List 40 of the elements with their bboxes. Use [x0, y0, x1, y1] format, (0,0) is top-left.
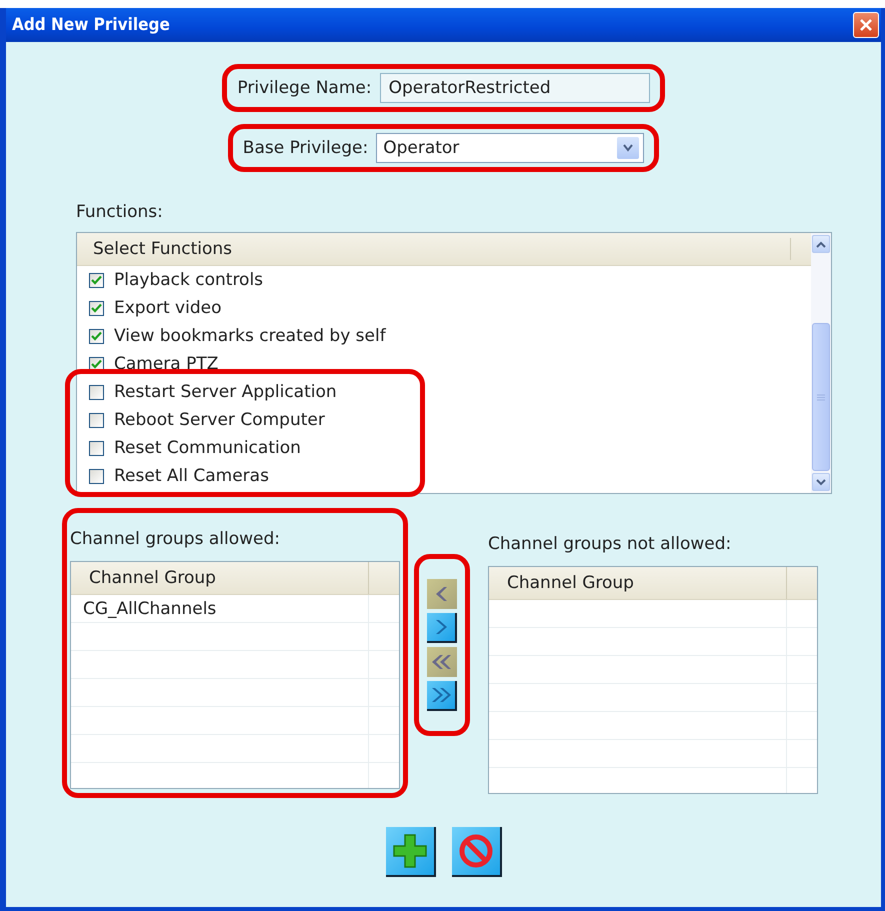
field-label: Base Privilege: — [242, 138, 368, 158]
table-cell[interactable]: CG_AllChannels — [71, 595, 369, 622]
checkbox-label: Export video — [114, 298, 222, 318]
transfer-button[interactable] — [427, 613, 457, 643]
input-field[interactable]: OperatorRestricted — [380, 73, 650, 103]
section-label: Channel groups allowed: — [70, 529, 280, 549]
scroll-down-icon — [816, 478, 826, 486]
close-icon — [858, 17, 874, 33]
checkbox[interactable] — [89, 384, 104, 400]
transfer-button[interactable] — [427, 681, 457, 711]
scroll-up-icon — [816, 240, 826, 248]
checkbox[interactable] — [89, 468, 104, 484]
double-chevron-right-icon — [430, 685, 452, 705]
scrollbar[interactable] — [811, 233, 831, 493]
checkbox[interactable] — [89, 272, 104, 288]
plus-icon — [392, 833, 428, 869]
checkbox-label: Reset All Cameras — [114, 466, 269, 486]
checkbox[interactable] — [89, 440, 104, 456]
checkbox-label: Playback controls — [114, 270, 264, 290]
dropdown[interactable]: Operator — [376, 133, 644, 163]
checkbox-label: Reset Communication — [114, 438, 301, 458]
checkbox-label: Reboot Server Computer — [114, 410, 325, 430]
prohibited-icon — [458, 833, 494, 869]
checkbox[interactable] — [89, 300, 104, 316]
checkbox[interactable] — [89, 412, 104, 428]
close-button[interactable] — [853, 12, 879, 38]
checkbox[interactable] — [89, 328, 104, 344]
caret-icon — [623, 144, 634, 152]
checkbox-label: View bookmarks created by self — [114, 326, 386, 346]
scroll-thumb[interactable] — [812, 323, 830, 471]
checkbox-label: Restart Server Application — [114, 382, 337, 402]
cancel-button[interactable] — [452, 827, 502, 877]
section-label: Channel groups not allowed: — [488, 534, 732, 554]
checkbox-label: Camera PTZ — [114, 354, 218, 374]
section-label: Functions: — [76, 202, 163, 222]
add-button[interactable] — [386, 827, 436, 877]
window-title: Add New Privilege — [12, 15, 170, 35]
double-chevron-left-icon — [431, 652, 453, 672]
field-label: Privilege Name: — [237, 78, 372, 98]
grip-icon — [817, 394, 825, 400]
